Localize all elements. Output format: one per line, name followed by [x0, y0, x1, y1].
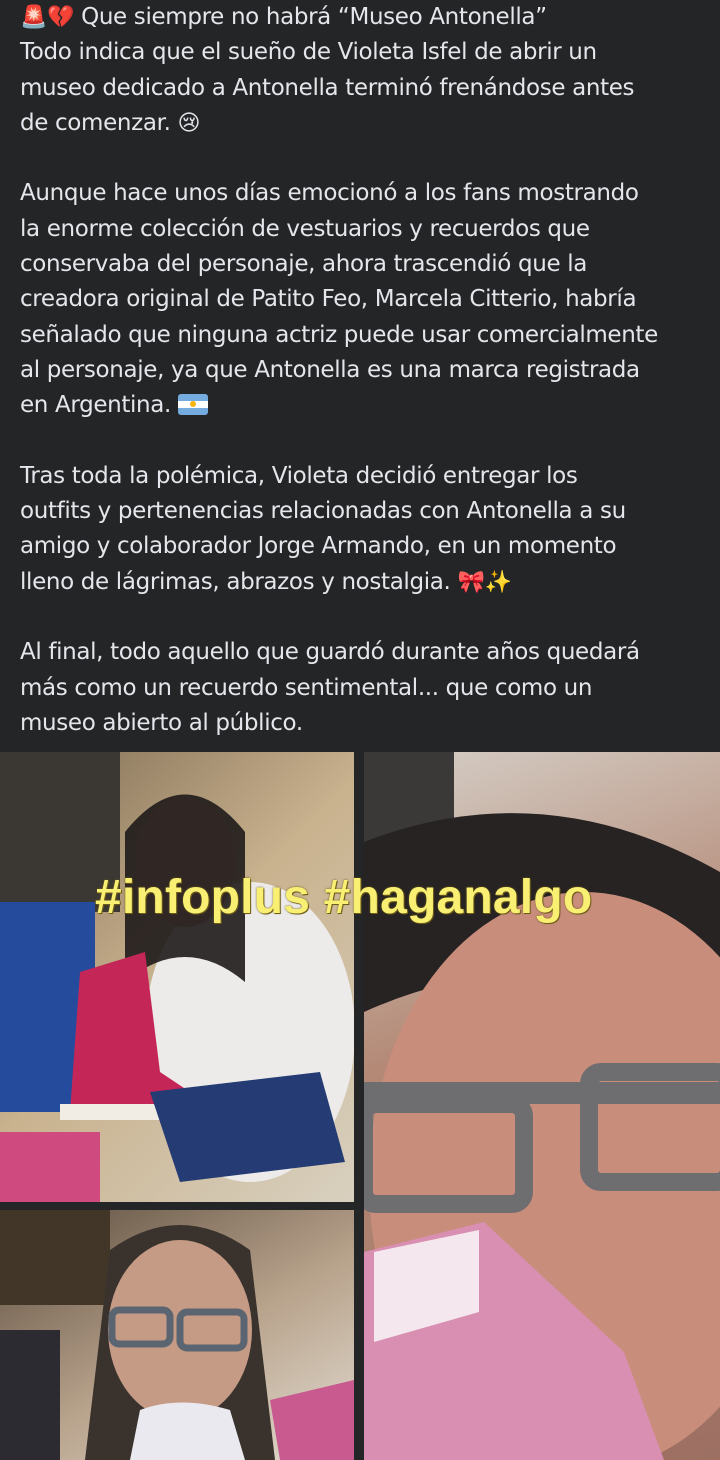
ribbon-sparkles-emoji: 🎀✨	[457, 569, 512, 595]
crying-face-emoji: 😢	[177, 110, 201, 136]
photo-glasses-illustration	[0, 1210, 354, 1460]
siren-broken-heart-emoji: 🚨💔	[20, 5, 75, 30]
hashtag-overlay: #infoplus #haganalgo	[95, 871, 593, 924]
post-line-text: en Argentina.	[20, 392, 171, 419]
post-line: conservaba del personaje, ahora trascend…	[20, 251, 588, 278]
post-text: 🚨💔 Que siempre no habrá “Museo Antonella…	[20, 0, 704, 741]
photo-glasses-smiling[interactable]	[0, 1210, 354, 1460]
post-line: Aunque hace unos días emocionó a los fan…	[20, 180, 639, 207]
post-line: museo abierto al público.	[20, 709, 303, 736]
argentina-flag-icon	[177, 394, 208, 416]
post-line: amigo y colaborador Jorge Armando, en un…	[20, 533, 617, 560]
post-line: lleno de lágrimas, abrazos y nostalgia. …	[20, 565, 704, 600]
photo-boot-collection[interactable]	[0, 752, 354, 1202]
post-line: Tras toda la polémica, Violeta decidió e…	[20, 462, 578, 489]
post-line: al personaje, ya que Antonella es una ma…	[20, 356, 640, 383]
post-line: 🚨💔 Que siempre no habrá “Museo Antonella…	[20, 0, 704, 35]
photo-boot-collection-illustration	[0, 752, 354, 1202]
post-line: señalado que ninguna actriz puede usar c…	[20, 321, 658, 348]
post-line: museo dedicado a Antonella terminó frená…	[20, 74, 635, 101]
post-line-text: de comenzar.	[20, 109, 171, 136]
post-line: más como un recuerdo sentimental... que …	[20, 674, 593, 701]
photo-gallery[interactable]	[0, 752, 720, 1460]
post-line: Todo indica que el sueño de Violeta Isfe…	[20, 39, 597, 66]
post-line-text: lleno de lágrimas, abrazos y nostalgia.	[20, 568, 451, 595]
post-line: en Argentina.	[20, 388, 704, 423]
post-line: de comenzar. 😢	[20, 106, 704, 141]
post-line: Al final, todo aquello que guardó durant…	[20, 639, 640, 666]
photo-crying-illustration	[364, 752, 720, 1460]
post-headline: Que siempre no habrá “Museo Antonella”	[81, 4, 547, 30]
photo-crying-close-up[interactable]	[364, 752, 720, 1460]
post-line: la enorme colección de vestuarios y recu…	[20, 215, 590, 242]
post-line: creadora original de Patito Feo, Marcela…	[20, 286, 637, 313]
post-line: outfits y pertenencias relacionadas con …	[20, 498, 626, 525]
